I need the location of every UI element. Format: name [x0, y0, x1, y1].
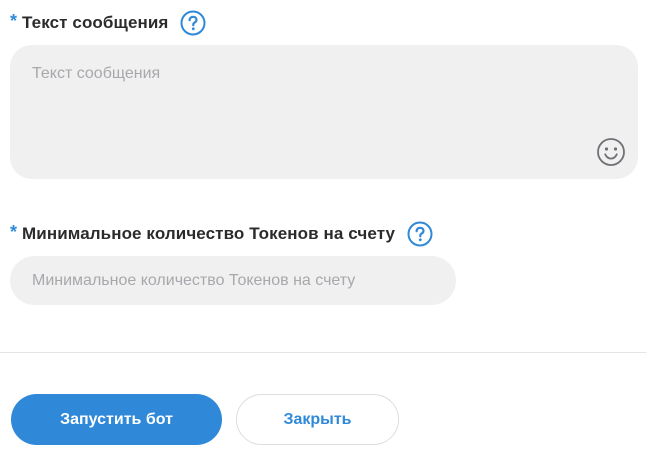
- required-mark: *: [10, 221, 18, 242]
- message-placeholder: Текст сообщения: [32, 65, 161, 82]
- tokens-label: Минимальное количество Токенов на счету: [22, 224, 396, 243]
- required-mark: *: [10, 10, 18, 31]
- tokens-input[interactable]: Минимальное количество Токенов на счету: [10, 256, 456, 305]
- tokens-placeholder: Минимальное количество Токенов на счету: [32, 271, 356, 289]
- question-circle-icon[interactable]: [180, 10, 206, 36]
- bot-form: * Текст сообщения Текст сообщения * Мини…: [0, 0, 646, 457]
- divider: [0, 352, 646, 353]
- message-label: Текст сообщения: [22, 13, 169, 32]
- close-button[interactable]: Закрыть: [236, 394, 399, 445]
- question-circle-icon[interactable]: [407, 221, 433, 247]
- message-textarea[interactable]: Текст сообщения: [10, 45, 638, 179]
- message-label-row: * Текст сообщения: [10, 10, 206, 36]
- smiley-icon[interactable]: [596, 137, 626, 167]
- tokens-label-row: * Минимальное количество Токенов на счет…: [10, 221, 433, 247]
- start-bot-button[interactable]: Запустить бот: [11, 394, 222, 445]
